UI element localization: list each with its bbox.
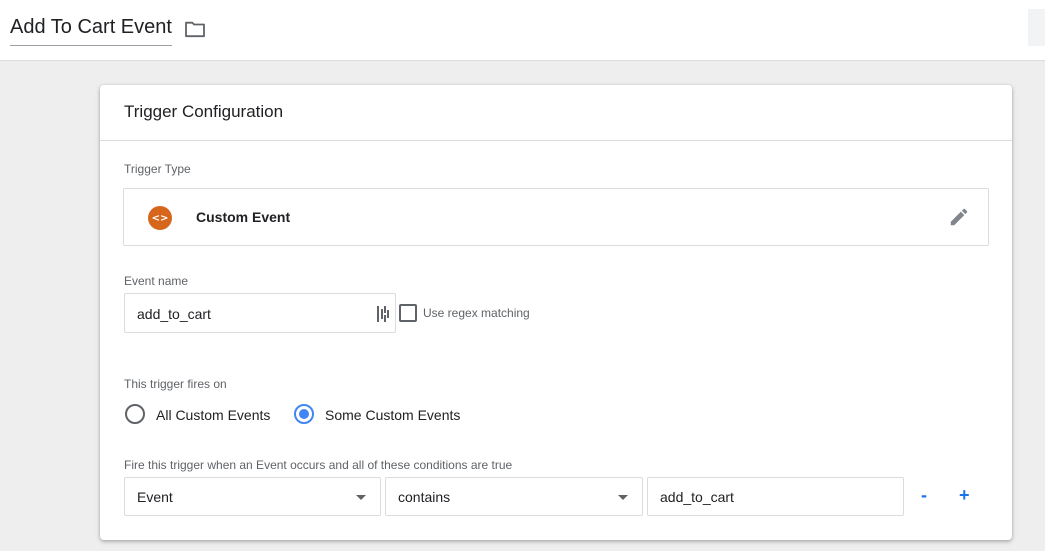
custom-event-icon: <> [148,206,172,230]
trigger-type-selector[interactable]: <> Custom Event [123,188,989,246]
regex-label: Use regex matching [423,306,530,320]
chevron-down-icon [356,495,366,500]
condition-operator-value: contains [398,489,451,505]
trigger-name-title[interactable]: Add To Cart Event [10,16,172,46]
event-name-label: Event name [124,274,189,288]
condition-variable-value: Event [137,489,173,505]
top-bar: Add To Cart Event [0,0,1045,61]
variable-picker-icon[interactable] [377,306,389,322]
condition-value-text: add_to_cart [660,489,734,505]
radio-all-custom-events-label[interactable]: All Custom Events [156,407,270,423]
add-condition-button[interactable]: + [959,486,970,504]
radio-some-custom-events[interactable] [294,404,314,424]
fires-on-label: This trigger fires on [124,377,227,391]
event-name-value: add_to_cart [137,306,211,322]
toolbar-edge [1028,9,1045,46]
card-header: Trigger Configuration [100,85,1012,141]
trigger-type-label: Trigger Type [124,162,191,176]
event-name-input[interactable]: add_to_cart [124,293,396,333]
trigger-configuration-card: Trigger Configuration Trigger Type <> Cu… [100,85,1012,540]
card-title: Trigger Configuration [124,102,284,121]
folder-icon[interactable] [184,20,206,38]
trigger-type-value: Custom Event [196,209,291,225]
remove-condition-button[interactable]: - [921,486,927,504]
conditions-label: Fire this trigger when an Event occurs a… [124,458,513,472]
radio-some-custom-events-label[interactable]: Some Custom Events [325,407,460,423]
condition-variable-select[interactable]: Event [124,477,381,516]
pencil-icon[interactable] [948,206,970,228]
condition-value-input[interactable]: add_to_cart [647,477,904,516]
condition-operator-select[interactable]: contains [385,477,643,516]
chevron-down-icon [618,495,628,500]
regex-checkbox[interactable] [399,304,417,322]
radio-all-custom-events[interactable] [125,404,145,424]
